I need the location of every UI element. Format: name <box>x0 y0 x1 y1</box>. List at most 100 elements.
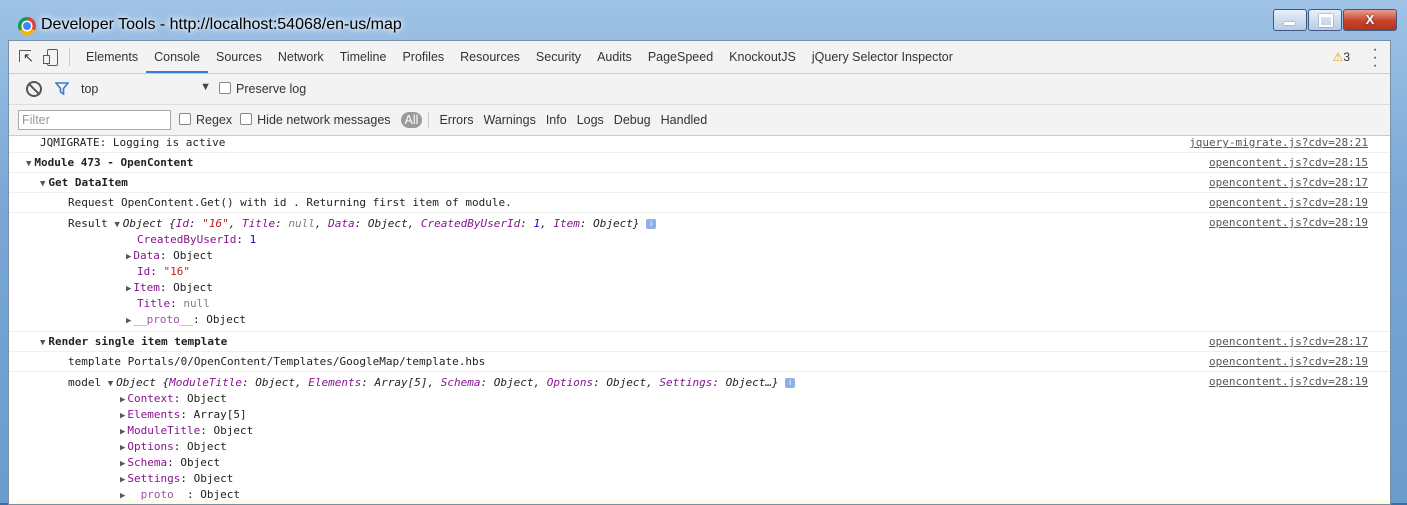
source-link[interactable]: jquery-migrate.js?cdv=28:21 <box>1189 136 1368 149</box>
property-key: Schema <box>127 456 168 469</box>
preserve-log-checkbox[interactable]: Preserve log <box>219 82 306 96</box>
checkbox-icon <box>179 113 191 125</box>
level-handled-button[interactable]: Handled <box>661 113 708 127</box>
title-bar[interactable]: Developer Tools - http://localhost:54068… <box>0 0 1407 40</box>
property-key: Id <box>137 265 151 278</box>
tab-jquery-selector-inspector[interactable]: jQuery Selector Inspector <box>804 41 961 73</box>
object-summary[interactable]: model Object {ModuleTitle: Object, Eleme… <box>9 372 1390 391</box>
filter-icon[interactable] <box>55 82 69 96</box>
object-property[interactable]: Context: Object <box>9 391 1390 407</box>
message-text: JQMIGRATE: Logging is active <box>40 136 226 149</box>
summary-value: "16" <box>202 217 229 230</box>
object-property[interactable]: Data: Object <box>9 248 1390 264</box>
tab-console[interactable]: Console <box>146 41 208 73</box>
console-output: JQMIGRATE: Logging is active jquery-migr… <box>9 133 1390 504</box>
console-group[interactable]: Module 473 - OpenContent opencontent.js?… <box>9 153 1390 173</box>
warnings-counter[interactable]: ⚠3 <box>1333 50 1350 64</box>
property-key: Data <box>133 249 160 262</box>
source-link[interactable]: opencontent.js?cdv=28:17 <box>1209 335 1368 348</box>
property-key: CreatedByUserId <box>137 233 237 246</box>
level-divider <box>428 112 430 128</box>
source-link[interactable]: opencontent.js?cdv=28:17 <box>1209 176 1368 189</box>
property-value: null <box>183 297 210 310</box>
minimize-button[interactable] <box>1273 9 1307 31</box>
console-message: Request OpenContent.Get() with id . Retu… <box>9 193 1390 213</box>
console-object-message: model Object {ModuleTitle: Object, Eleme… <box>9 372 1390 504</box>
object-property[interactable]: Elements: Array[5] <box>9 407 1390 423</box>
devtools-toolbar: Elements Console Sources Network Timelin… <box>9 41 1390 74</box>
tab-security[interactable]: Security <box>528 41 589 73</box>
tab-elements[interactable]: Elements <box>78 41 146 73</box>
property-value: "16" <box>163 265 191 278</box>
tab-profiles[interactable]: Profiles <box>394 41 452 73</box>
tab-pagespeed[interactable]: PageSpeed <box>640 41 721 73</box>
group-title: Module 473 - OpenContent <box>9 153 1390 171</box>
preserve-log-label: Preserve log <box>236 82 307 96</box>
level-info-button[interactable]: Info <box>546 113 567 127</box>
source-link[interactable]: opencontent.js?cdv=28:19 <box>1209 355 1368 368</box>
property-value: Object <box>187 392 227 405</box>
source-link[interactable]: opencontent.js?cdv=28:19 <box>1209 196 1368 209</box>
group-title: Get DataItem <box>9 173 1390 191</box>
source-link[interactable]: opencontent.js?cdv=28:19 <box>1209 216 1368 229</box>
summary-key: Title <box>242 217 276 230</box>
tab-resources[interactable]: Resources <box>452 41 528 73</box>
object-property[interactable]: ModuleTitle: Object <box>9 423 1390 439</box>
console-message: JQMIGRATE: Logging is active jquery-migr… <box>9 133 1390 153</box>
level-errors-button[interactable]: Errors <box>439 113 473 127</box>
group-title: Render single item template <box>9 332 1390 350</box>
console-prompt-strip <box>9 500 1390 504</box>
property-key: Settings <box>127 472 181 485</box>
info-icon[interactable]: i <box>785 378 796 388</box>
tab-network[interactable]: Network <box>270 41 332 73</box>
device-mode-icon[interactable] <box>37 41 65 73</box>
object-property[interactable]: Options: Object <box>9 439 1390 455</box>
filter-input[interactable]: Filter <box>18 110 171 130</box>
object-label: Result <box>68 217 108 230</box>
object-property[interactable]: Schema: Object <box>9 455 1390 471</box>
summary-key: Data <box>328 217 355 230</box>
expanded-arrow-icon <box>108 376 116 389</box>
level-logs-button[interactable]: Logs <box>577 113 604 127</box>
level-all-button[interactable]: All <box>400 112 423 128</box>
summary-key: Schema <box>440 376 481 389</box>
warning-icon: ⚠ <box>1332 50 1344 64</box>
maximize-button[interactable] <box>1308 9 1342 31</box>
property-key: Context <box>127 392 174 405</box>
console-filter-bar: Filter Regex Hide network messages All E… <box>9 105 1390 136</box>
object-property: Id: "16" <box>137 265 191 278</box>
console-group[interactable]: Render single item template opencontent.… <box>9 332 1390 352</box>
source-link[interactable]: opencontent.js?cdv=28:19 <box>1209 375 1368 388</box>
source-link[interactable]: opencontent.js?cdv=28:15 <box>1209 156 1368 169</box>
tab-sources[interactable]: Sources <box>208 41 270 73</box>
summary-key: Id <box>175 217 190 230</box>
dropdown-arrow-icon: ▼ <box>200 81 211 93</box>
console-context-bar: top ▼ Preserve log <box>9 74 1390 105</box>
more-options-icon[interactable]: · · · <box>1372 42 1378 74</box>
tab-knockoutjs[interactable]: KnockoutJS <box>721 41 804 73</box>
clear-console-icon[interactable] <box>26 81 42 97</box>
property-value: Object <box>193 472 234 485</box>
context-selector[interactable]: top ▼ <box>81 81 211 96</box>
tab-audits[interactable]: Audits <box>589 41 640 73</box>
level-warnings-button[interactable]: Warnings <box>483 113 535 127</box>
close-button[interactable]: X <box>1343 9 1397 31</box>
object-summary[interactable]: Result Object {Id: "16", Title: null, Da… <box>9 213 1390 232</box>
info-icon[interactable]: i <box>646 219 657 229</box>
checkbox-icon <box>219 82 231 94</box>
console-group[interactable]: Get DataItem opencontent.js?cdv=28:17 <box>9 173 1390 193</box>
level-debug-button[interactable]: Debug <box>614 113 651 127</box>
inspect-element-icon[interactable] <box>9 41 37 73</box>
object-property[interactable]: Settings: Object <box>9 471 1390 487</box>
hide-network-checkbox[interactable]: Hide network messages <box>240 113 391 127</box>
regex-checkbox[interactable]: Regex <box>179 113 232 127</box>
property-value: Object <box>206 313 247 326</box>
devtools-panel: Elements Console Sources Network Timelin… <box>8 40 1391 505</box>
warnings-count: 3 <box>1343 50 1350 64</box>
object-summary-prefix: Object { <box>122 217 176 230</box>
object-property[interactable]: __proto__: Object <box>9 312 1390 328</box>
context-value: top <box>81 82 99 96</box>
property-value: Object <box>180 456 221 469</box>
tab-timeline[interactable]: Timeline <box>332 41 395 73</box>
object-property[interactable]: Item: Object <box>9 280 1390 296</box>
